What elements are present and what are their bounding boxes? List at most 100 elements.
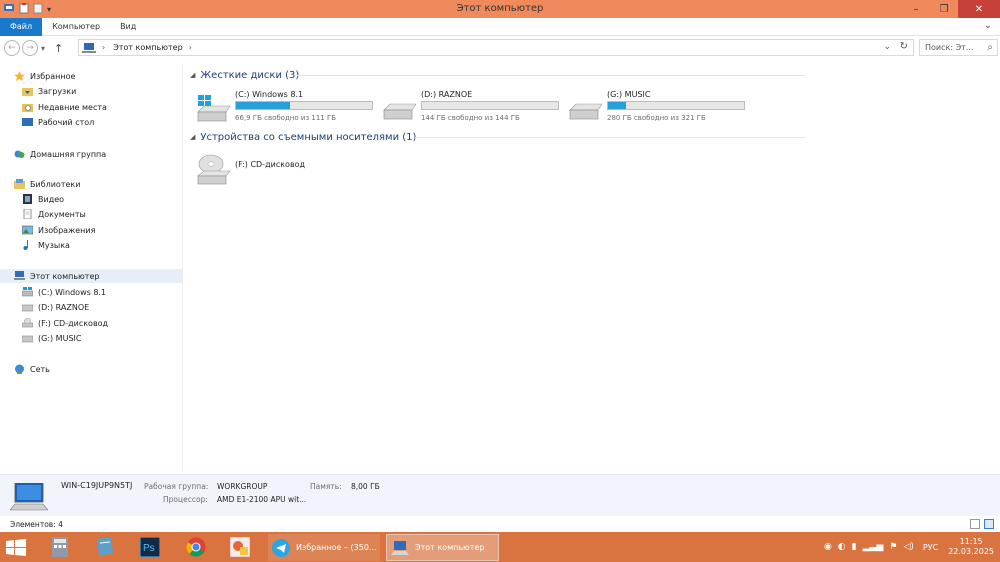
details-view-icon[interactable] (970, 519, 980, 529)
video-icon (22, 194, 33, 204)
computer-icon (9, 482, 49, 511)
cd-drive-icon (21, 317, 34, 328)
nav-libraries[interactable]: Библиотеки (14, 177, 182, 191)
computer-icon (14, 271, 25, 281)
expand-ribbon-icon[interactable]: ⌄ (984, 20, 992, 31)
tray-app-icon[interactable]: ▮ (852, 542, 857, 552)
address-dropdown-icon[interactable]: ⌄ (883, 42, 891, 52)
nav-drive-g[interactable]: (G:) MUSIC (21, 331, 182, 345)
group-header-hard-disks[interactable]: ◢ Жесткие диски (3) (190, 67, 805, 83)
nav-drive-d[interactable]: (D:) RAZNOE (21, 300, 182, 314)
nav-homegroup[interactable]: Домашняя группа (14, 147, 182, 161)
content-area: ◢ Жесткие диски (3) (C:) Windows 8.1 66,… (186, 64, 998, 472)
nav-recent-places[interactable]: Недавние места (22, 100, 182, 114)
drive-tile-d[interactable]: (D:) RAZNOE 144 ГБ свободно из 144 ГБ (382, 88, 559, 128)
sync-icon[interactable]: ◉ (824, 542, 832, 552)
recent-locations-icon[interactable]: ▾ (41, 44, 45, 53)
close-button[interactable]: ✕ (958, 0, 1000, 18)
nav-drive-c[interactable]: (C:) Windows 8.1 (21, 285, 182, 299)
workgroup-value: WORKGROUP (217, 482, 268, 491)
star-icon (14, 71, 25, 81)
nav-images[interactable]: Изображения (21, 223, 182, 237)
taskbar: Ps Избранное – (350... Этот компьютер ◉ … (0, 532, 1000, 562)
calculator-icon[interactable] (46, 536, 74, 558)
refresh-icon[interactable]: ↻ (900, 41, 908, 52)
nav-this-pc[interactable]: Этот компьютер (0, 269, 182, 283)
collapse-icon[interactable]: ◢ (190, 71, 195, 79)
clock-date: 22.03.2025 (948, 547, 994, 556)
telegram-icon (272, 538, 290, 557)
nav-network[interactable]: Сеть (14, 362, 182, 376)
drive-free-space: 144 ГБ свободно из 144 ГБ (421, 114, 520, 122)
images-icon (21, 225, 34, 235)
drive-usage-bar (235, 101, 373, 110)
taskbar-task-label: Избранное – (350... (296, 543, 377, 552)
documents-icon (22, 208, 33, 220)
drive-name: (G:) MUSIC (607, 90, 651, 99)
signal-icon[interactable]: ▂▃▅ (863, 542, 884, 552)
search-input[interactable]: Поиск: Эт... (925, 43, 973, 52)
breadcrumb-separator[interactable]: › (102, 43, 105, 52)
drive-icon (21, 333, 34, 343)
language-indicator[interactable]: РУС (923, 543, 938, 552)
flag-icon[interactable]: ⚑ (889, 542, 897, 552)
libraries-icon (14, 179, 25, 189)
drive-tile-cd[interactable]: (F:) CD-дисковод (196, 150, 305, 190)
computer-icon (82, 42, 96, 53)
nav-downloads[interactable]: Загрузки (22, 84, 182, 98)
nav-favorites[interactable]: Избранное (14, 69, 182, 83)
nav-video[interactable]: Видео (22, 192, 182, 206)
breadcrumb-separator[interactable]: › (189, 43, 192, 52)
shield-icon[interactable]: ◐ (838, 542, 846, 552)
drive-name: (F:) CD-дисковод (235, 160, 306, 169)
search-box[interactable]: Поиск: Эт... ⌕ (919, 39, 998, 56)
drive-name: (C:) Windows 8.1 (235, 90, 304, 99)
collapse-icon[interactable]: ◢ (190, 133, 195, 141)
tab-computer[interactable]: Компьютер (42, 18, 110, 36)
tab-view[interactable]: Вид (110, 18, 146, 36)
back-button[interactable]: ← (4, 40, 20, 56)
chrome-icon[interactable] (182, 536, 210, 558)
memory-value: 8,00 ГБ (351, 482, 380, 491)
drive-icon (21, 302, 34, 312)
drive-tile-g[interactable]: (G:) MUSIC 280 ГБ свободно из 321 ГБ (568, 88, 745, 128)
cd-drive-icon (196, 154, 232, 186)
volume-icon[interactable]: ◁) (903, 542, 913, 552)
nav-desktop[interactable]: Рабочий стол (22, 115, 182, 129)
taskbar-telegram-window[interactable]: Избранное – (350... (268, 534, 380, 561)
breadcrumb-this-pc[interactable]: Этот компьютер (113, 43, 182, 52)
group-divider (415, 137, 805, 138)
tab-file[interactable]: Файл (0, 17, 43, 36)
window-controls: – ❐ ✕ (902, 0, 1000, 18)
nav-drive-f[interactable]: (F:) CD-дисковод (21, 316, 182, 330)
search-icon[interactable]: ⌕ (987, 42, 993, 53)
drive-icon (382, 92, 418, 124)
pane-divider[interactable] (182, 64, 183, 472)
workgroup-label: Рабочая группа: (144, 482, 209, 491)
drive-tile-c[interactable]: (C:) Windows 8.1 66,9 ГБ свободно из 111… (196, 88, 373, 128)
drive-free-space: 280 ГБ свободно из 321 ГБ (607, 114, 706, 122)
taskbar-explorer-window[interactable]: Этот компьютер (386, 534, 499, 561)
minimize-button[interactable]: – (902, 0, 930, 18)
drive-usage-fill (608, 102, 626, 109)
drive-free-space: 66,9 ГБ свободно из 111 ГБ (235, 114, 337, 122)
maximize-button[interactable]: ❐ (930, 0, 958, 18)
address-bar[interactable]: › Этот компьютер › ⌄ ↻ (78, 39, 914, 56)
download-folder-icon (22, 86, 33, 96)
clock[interactable]: 11:15 22.03.2025 (948, 537, 994, 557)
notepad-icon[interactable] (90, 536, 118, 558)
homegroup-icon (14, 149, 25, 159)
start-button[interactable] (6, 539, 26, 556)
nav-documents[interactable]: Документы (22, 207, 182, 221)
tiles-view-icon[interactable] (984, 519, 994, 529)
up-button[interactable]: ↑ (54, 42, 63, 55)
navigation-pane: Избранное Загрузки Недавние места Рабочи… (0, 64, 183, 472)
address-row: ← → ▾ ↑ › Этот компьютер › ⌄ ↻ Поиск: Эт… (0, 38, 1000, 58)
drive-icon (568, 92, 604, 124)
drive-usage-bar (607, 101, 745, 110)
photoshop-icon[interactable]: Ps (136, 536, 164, 558)
nav-music[interactable]: Музыка (22, 238, 182, 252)
paint-icon[interactable] (226, 536, 254, 558)
forward-button[interactable]: → (22, 40, 38, 56)
group-header-removable[interactable]: ◢ Устройства со съемными носителями (1) (190, 129, 805, 145)
